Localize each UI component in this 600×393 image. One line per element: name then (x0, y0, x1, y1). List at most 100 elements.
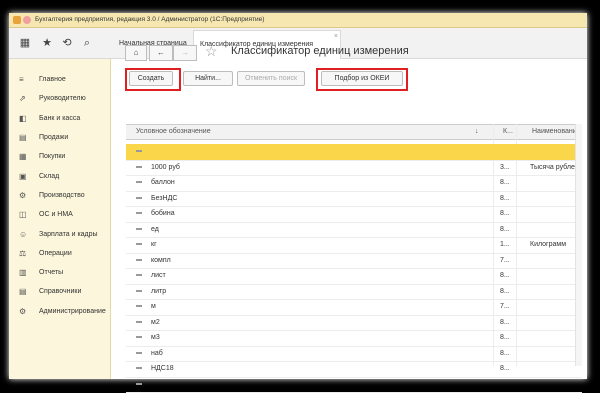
table-row[interactable] (126, 144, 582, 161)
sidebar-item-label: Банк и касса (39, 111, 80, 127)
code-cell: 8... (500, 272, 510, 279)
item-icon (136, 166, 142, 168)
back-button[interactable]: ← (149, 45, 173, 61)
designation-cell: лист (151, 272, 166, 279)
sidebar-item-administration[interactable]: ⚙ Администрирование (9, 304, 110, 320)
designation-cell: м3 (151, 334, 160, 341)
item-icon (136, 383, 142, 385)
code-cell: 3... (500, 164, 510, 171)
people-icon: ☺ (19, 227, 27, 243)
table-header: Условное обозначение ↓ К... Наименование (126, 124, 582, 140)
chart-icon: ⇗ (19, 91, 26, 107)
table-row[interactable]: ед 8... (126, 222, 582, 239)
sales-icon: ▤ (19, 130, 27, 146)
designation-cell: литр (151, 288, 166, 295)
name-cell: Килограмм (530, 241, 566, 248)
column-designation[interactable]: Условное обозначение (136, 128, 211, 135)
sidebar-item-main[interactable]: ≡ Главное (9, 72, 110, 88)
name-cell: Тысяча рублей (530, 164, 579, 171)
sidebar-item-label: ОС и НМА (39, 207, 73, 223)
sidebar-item-label: Покупки (39, 149, 65, 165)
sidebar-item-label: Справочники (39, 284, 81, 300)
vertical-scrollbar[interactable] (575, 124, 582, 366)
item-icon (136, 197, 142, 199)
table-row[interactable]: 1000 руб 3... Тысяча рублей (126, 160, 582, 177)
units-table: Условное обозначение ↓ К... Наименование… (126, 124, 582, 366)
search-icon[interactable]: ⌕ (79, 35, 95, 51)
code-cell: 8... (500, 319, 510, 326)
item-icon (136, 321, 142, 323)
designation-cell: ед (151, 226, 159, 233)
sidebar-item-sales[interactable]: ▤ Продажи (9, 130, 110, 146)
app-logo-icon (13, 16, 21, 24)
item-icon (136, 212, 142, 214)
table-row[interactable]: НДС18 8... (126, 361, 582, 378)
sidebar-item-label: Зарплата и кадры (39, 227, 98, 243)
table-row[interactable]: лист 8... (126, 268, 582, 285)
sidebar-item-label: Продажи (39, 130, 68, 146)
item-icon (136, 274, 142, 276)
sidebar-item-reports[interactable]: ▥ Отчеты (9, 265, 110, 281)
column-name[interactable]: Наименование (532, 128, 581, 135)
sidebar-item-warehouse[interactable]: ▣ Склад (9, 169, 110, 185)
item-icon (136, 352, 142, 354)
window-title: Бухгалтерия предприятия, редакция 3.0 / … (35, 16, 264, 23)
sidebar-item-fixed-assets[interactable]: ◫ ОС и НМА (9, 207, 110, 223)
page-title: Классификатор единиц измерения (231, 45, 409, 57)
table-row[interactable]: баллон8... (126, 175, 582, 192)
favorite-star-icon[interactable]: ☆ (205, 43, 218, 60)
sidebar-item-label: Руководителю (39, 91, 86, 107)
designation-cell: м (151, 303, 156, 310)
designation-cell: НДС18 (151, 365, 174, 372)
item-icon (136, 367, 142, 369)
code-cell: 8... (500, 226, 510, 233)
settings-icon: ⚙ (19, 304, 26, 320)
highlight-create (125, 68, 181, 91)
catalogs-icon: ▤ (19, 284, 27, 300)
menu-icon[interactable] (23, 16, 31, 24)
home-button[interactable]: ⌂ (125, 45, 147, 61)
table-row[interactable]: бобина8... (126, 206, 582, 223)
table-row[interactable]: БезНДС8... (126, 191, 582, 208)
table-row[interactable]: м28... (126, 315, 582, 332)
designation-cell: 1000 руб (151, 164, 180, 171)
bank-icon: ◧ (19, 111, 27, 127)
table-row[interactable]: м38... (126, 330, 582, 347)
sections-icon[interactable]: ▦ (17, 35, 33, 51)
favorites-icon[interactable]: ★ (39, 35, 55, 51)
sidebar-item-bank[interactable]: ◧ Банк и касса (9, 111, 110, 127)
designation-cell: БезНДС (151, 195, 177, 202)
sidebar-item-purchases[interactable]: ▦ Покупки (9, 149, 110, 165)
item-icon (136, 259, 142, 261)
code-cell: 7... (500, 303, 510, 310)
table-row[interactable]: м 7... (126, 299, 582, 316)
code-cell: 1... (500, 241, 510, 248)
sidebar-item-label: Производство (39, 188, 85, 204)
sort-arrow-icon[interactable]: ↓ (475, 128, 479, 135)
operations-icon: ⚖ (19, 246, 26, 262)
item-icon (136, 290, 142, 292)
table-row[interactable] (126, 377, 582, 393)
sidebar-item-label: Главное (39, 72, 66, 88)
forward-button[interactable]: → (173, 45, 197, 61)
code-cell: 8... (500, 365, 510, 372)
table-row[interactable]: кг1...Килограмм (126, 237, 582, 254)
designation-cell: бобина (151, 210, 175, 217)
item-icon (136, 150, 142, 152)
table-row[interactable]: компл7... (126, 253, 582, 270)
sidebar-item-production[interactable]: ⚙ Производство (9, 188, 110, 204)
sidebar-item-label: Склад (39, 169, 59, 185)
column-code[interactable]: К... (503, 128, 513, 135)
sidebar-item-director[interactable]: ⇗ Руководителю (9, 91, 110, 107)
sidebar-item-operations[interactable]: ⚖ Операции (9, 246, 110, 262)
table-row[interactable]: литр8... (126, 284, 582, 301)
title-bar: Бухгалтерия предприятия, редакция 3.0 / … (9, 13, 587, 28)
sidebar-item-label: Администрирование (39, 304, 106, 320)
find-button[interactable]: Найти... (183, 71, 233, 86)
history-icon[interactable]: ⟲ (59, 35, 75, 51)
table-row[interactable]: наб8... (126, 346, 582, 363)
cancel-search-button[interactable]: Отменить поиск (237, 71, 305, 86)
item-icon (136, 228, 142, 230)
sidebar-item-catalogs[interactable]: ▤ Справочники (9, 284, 110, 300)
sidebar-item-payroll[interactable]: ☺ Зарплата и кадры (9, 227, 110, 243)
